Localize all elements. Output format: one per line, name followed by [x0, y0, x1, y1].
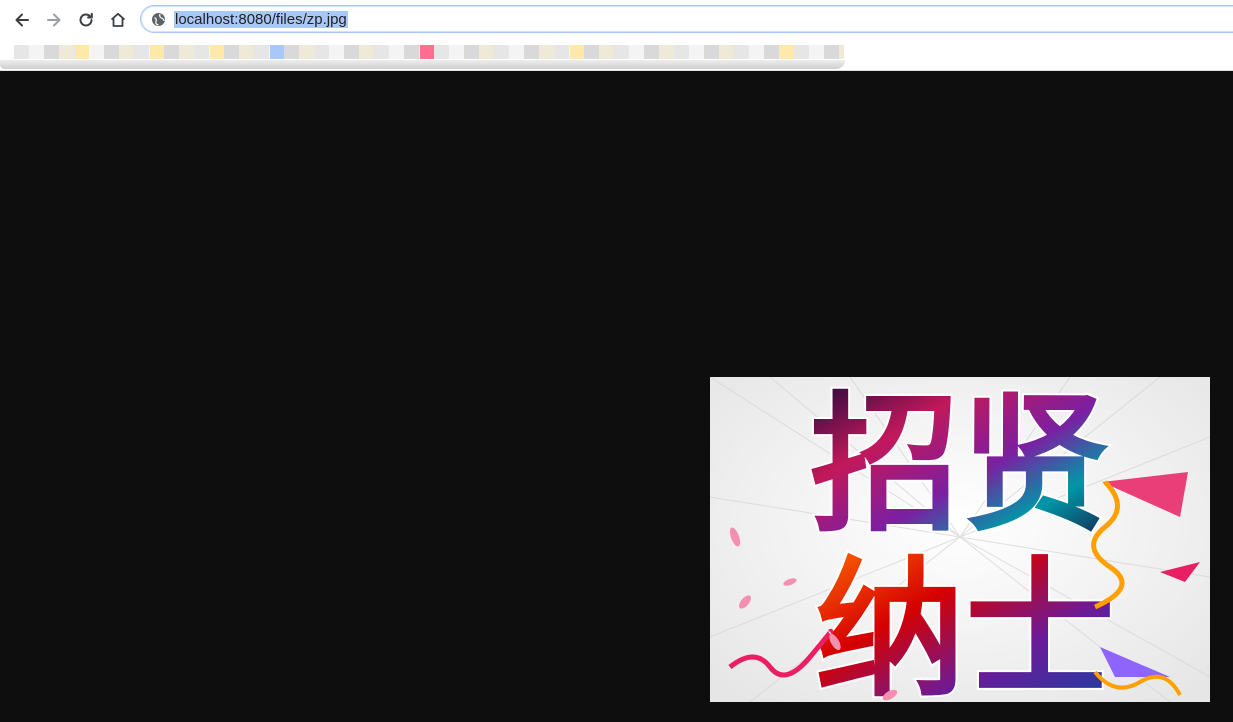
home-icon: [110, 12, 126, 27]
bookmark-favicon[interactable]: [270, 45, 284, 59]
home-button[interactable]: [104, 6, 132, 34]
poster-title-line1: 招贤: [810, 379, 1110, 553]
recruitment-poster-image: 招贤 纳士: [710, 377, 1210, 702]
bookmark-favicon[interactable]: [150, 45, 164, 59]
globe-icon[interactable]: [151, 12, 166, 27]
address-bar[interactable]: localhost:8080/files/zp.jpg: [140, 5, 1233, 33]
arrow-right-icon: [47, 13, 61, 27]
bookmark-favicon[interactable]: [420, 45, 434, 59]
reload-button[interactable]: [72, 6, 100, 34]
poster-title-line2: 纳士: [815, 544, 1115, 702]
back-button[interactable]: [8, 6, 36, 34]
bookmarks-bar: [0, 40, 1233, 71]
bookmark-favicon[interactable]: [570, 45, 584, 59]
url-text[interactable]: localhost:8080/files/zp.jpg: [174, 11, 348, 28]
bookmark-favicon[interactable]: [780, 45, 794, 59]
arrow-left-icon: [15, 13, 29, 27]
displayed-image: 招贤 纳士: [710, 377, 1210, 702]
browser-toolbar: localhost:8080/files/zp.jpg: [0, 0, 1233, 40]
bookmark-favicon[interactable]: [210, 45, 224, 59]
bookmarks-blur: [0, 60, 845, 69]
forward-button[interactable]: [40, 6, 68, 34]
bookmark-favicon[interactable]: [75, 45, 89, 59]
reload-icon: [79, 12, 93, 27]
